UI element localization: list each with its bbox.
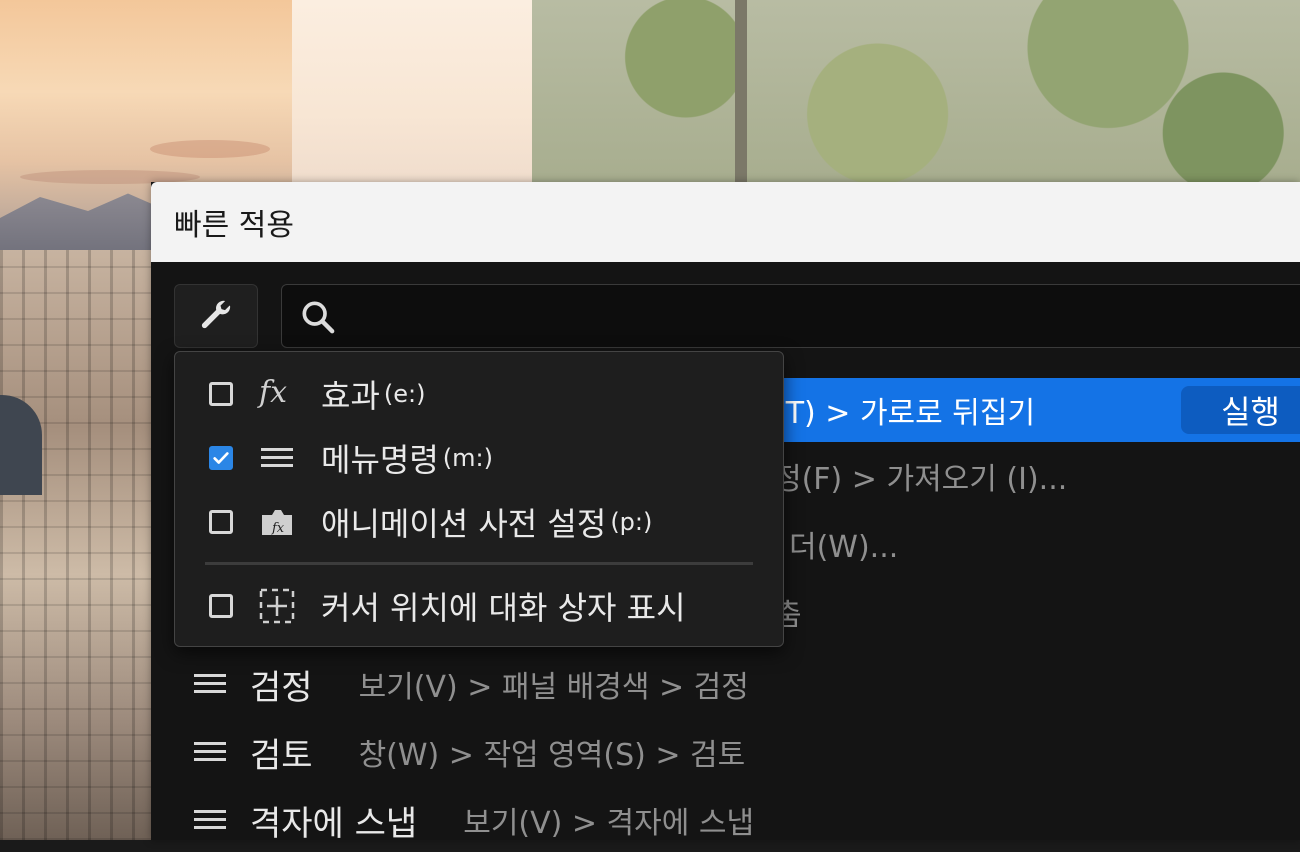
menu-commands-label: 메뉴명령 (321, 441, 439, 479)
result-name: 격자에 스냅 (250, 803, 418, 844)
svg-text:fx: fx (257, 376, 287, 410)
search-box[interactable] (281, 284, 1300, 348)
option-show-at-cursor[interactable]: 커서 위치에 대화 상자 표시 (175, 578, 783, 634)
result-path: 창(W) > 작업 영역(S) > 검토 (358, 738, 746, 773)
svg-text:fx: fx (271, 521, 285, 536)
dialog-title: 빠른 적용 (174, 208, 294, 243)
sky-image-bright (292, 0, 532, 190)
show-at-cursor-checkbox[interactable] (209, 594, 233, 618)
filter-option-effects[interactable]: fx 효과 (e:) (175, 366, 783, 422)
result-path: (T) > 가로로 뒤집기 (774, 396, 1036, 431)
show-at-cursor-label: 커서 위치에 대화 상자 표시 (321, 589, 686, 627)
divider (205, 562, 753, 565)
result-path: 더(W)... (789, 530, 899, 565)
menu-icon (194, 674, 226, 693)
result-name: 검정 (250, 667, 313, 708)
result-row[interactable]: 검토 창(W) > 작업 영역(S) > 검토 (174, 720, 1300, 784)
filter-option-menu-commands[interactable]: 메뉴명령 (m:) (175, 430, 783, 486)
checkmark-icon (213, 452, 229, 464)
result-row[interactable]: 격자에 스냅 보기(V) > 격자에 스냅 (174, 788, 1300, 852)
filter-option-presets[interactable]: fx 애니메이션 사전 설정 (p:) (175, 494, 783, 550)
wrench-icon (201, 300, 231, 329)
result-name: 검토 (250, 735, 313, 776)
result-path: 보기(V) > 패널 배경색 > 검정 (358, 670, 749, 705)
presets-label: 애니메이션 사전 설정 (321, 505, 607, 543)
city-image (0, 250, 152, 840)
presets-key: (p:) (610, 508, 653, 536)
menu-icon (257, 440, 297, 476)
filter-popover: fx 효과 (e:) 메뉴명령 (m:) fx 애니메이션 사전 설정 (p:)… (174, 351, 784, 647)
menu-icon (194, 810, 226, 829)
cursor-position-icon (257, 588, 297, 624)
effects-checkbox[interactable] (209, 382, 233, 406)
effects-label: 효과 (321, 377, 380, 415)
presets-checkbox[interactable] (209, 510, 233, 534)
settings-button[interactable] (174, 284, 258, 348)
fx-icon: fx (257, 376, 297, 412)
search-input[interactable] (348, 293, 1299, 339)
menu-commands-key: (m:) (442, 444, 493, 472)
result-path: 보기(V) > 격자에 스냅 (463, 806, 755, 841)
trees-image (532, 0, 1300, 190)
title-bar[interactable]: 빠른 적용 (151, 182, 1300, 262)
run-button[interactable]: 실행 (1181, 386, 1300, 434)
toolbar (151, 262, 1300, 354)
result-row[interactable]: 검정 보기(V) > 패널 배경색 > 검정 (174, 652, 1300, 716)
search-icon (302, 301, 335, 334)
result-path: 정(F) > 가져오기 (I)... (774, 462, 1068, 497)
cloud (150, 140, 270, 158)
preset-icon: fx (257, 504, 297, 540)
menu-commands-checkbox[interactable] (209, 446, 233, 470)
effects-key: (e:) (383, 380, 426, 408)
menu-icon (194, 742, 226, 761)
tree-trunk (735, 0, 747, 185)
